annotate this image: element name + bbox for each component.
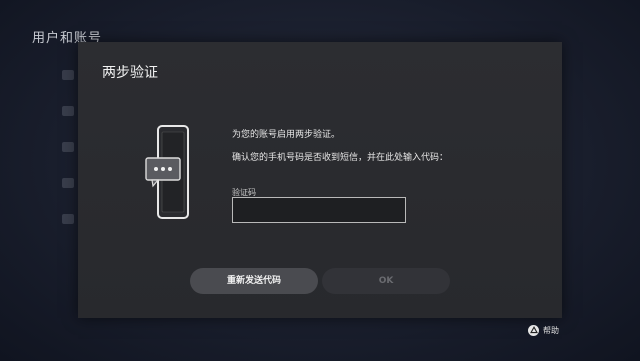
help-hint[interactable]: 帮助 (528, 323, 559, 337)
background-menu-item (62, 70, 74, 80)
ok-button[interactable]: OK (322, 268, 450, 294)
help-label: 帮助 (543, 325, 559, 335)
background-menu-item (62, 106, 74, 116)
background-menu-item (62, 142, 74, 152)
phone-message-icon (145, 125, 189, 219)
triangle-button-icon (528, 324, 539, 336)
message-line-2: 确认您的手机号码是否收到短信，并在此处输入代码： (232, 153, 449, 163)
background-menu-item (62, 214, 74, 224)
dialog-title: 两步验证 (102, 65, 158, 81)
verification-code-input[interactable] (232, 197, 406, 223)
resend-code-button[interactable]: 重新发送代码 (190, 268, 318, 294)
background-menu-item (62, 178, 74, 188)
message-line-1: 为您的账号启用两步验证。 (232, 130, 341, 140)
two-step-dialog: 两步验证 为您的账号启用两步验证。 确认您的手机号码是否收到短信，并在此处输入代… (78, 42, 562, 318)
